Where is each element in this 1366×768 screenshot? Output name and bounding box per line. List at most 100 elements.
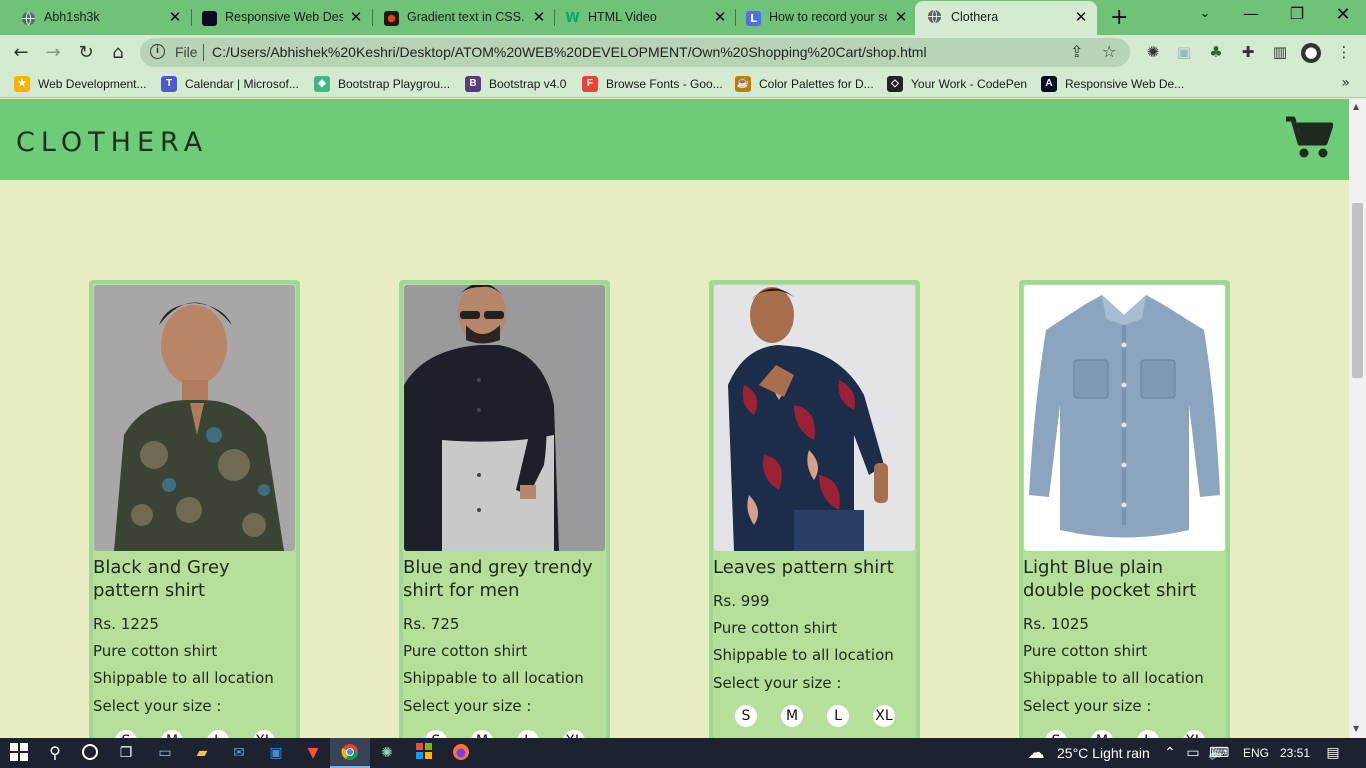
size-option-s[interactable]: S: [1045, 730, 1067, 738]
product-shipping: Shippable to all location: [1023, 669, 1204, 687]
tab-close-icon[interactable]: ✕: [893, 8, 909, 26]
product-card-light-blue[interactable]: Light Blue plain double pocket shirt Rs.…: [1019, 280, 1230, 738]
weather-cloud-icon[interactable]: ☁: [1026, 743, 1046, 763]
bookmarks-overflow-icon[interactable]: »: [1341, 75, 1350, 91]
photos-icon[interactable]: ▣: [266, 743, 286, 763]
bookmark-web-development[interactable]: ★ Web Development...: [14, 76, 147, 92]
size-option-s[interactable]: S: [425, 730, 447, 738]
pc-icon[interactable]: ▭: [155, 743, 175, 763]
url-text[interactable]: C:/Users/Abhishek%20Keshri/Desktop/ATOM%…: [212, 44, 927, 60]
product-shipping: Shippable to all location: [93, 669, 274, 687]
file-explorer-icon[interactable]: ▰: [192, 743, 212, 763]
size-option-l[interactable]: L: [207, 730, 229, 738]
menu-kebab-icon[interactable]: ⋮: [1334, 43, 1354, 63]
tab-clothera[interactable]: Clothera ✕: [915, 1, 1097, 35]
extension-bug-icon[interactable]: ✺: [1143, 43, 1163, 63]
search-icon[interactable]: ⚲: [45, 743, 65, 763]
product-shipping: Shippable to all location: [713, 646, 894, 664]
bookmark-bootstrap-v4[interactable]: B Bootstrap v4.0: [465, 76, 566, 92]
keyboard-icon[interactable]: ⌨: [1209, 743, 1229, 763]
size-option-l[interactable]: L: [1137, 730, 1159, 738]
tab-close-icon[interactable]: ✕: [1073, 8, 1089, 26]
size-option-xl[interactable]: XL: [873, 705, 895, 727]
product-image-leaves-shirt[interactable]: [714, 285, 915, 551]
size-option-xl[interactable]: XL: [563, 730, 585, 738]
tab-html-video[interactable]: W HTML Video ✕: [544, 3, 734, 33]
task-view-icon[interactable]: ❐: [116, 743, 136, 763]
brave-browser-icon[interactable]: ▼: [303, 743, 323, 763]
page-scrollbar[interactable]: ▲ ▼: [1349, 99, 1366, 738]
extension-tree-icon[interactable]: ♣: [1206, 43, 1226, 63]
size-option-s[interactable]: S: [735, 705, 757, 727]
size-option-l[interactable]: L: [517, 730, 539, 738]
minimize-icon[interactable]: —: [1236, 4, 1266, 23]
product-card-blue-grey[interactable]: Blue and grey trendy shirt for men Rs. 7…: [399, 280, 610, 738]
close-window-icon[interactable]: ✕: [1328, 4, 1358, 25]
tab-abh1sh3k[interactable]: Abh1sh3k ✕: [0, 3, 190, 33]
size-selector: S M L XL: [735, 705, 919, 727]
bookmark-calendar[interactable]: T Calendar | Microsof...: [161, 76, 299, 92]
scroll-up-arrow-icon[interactable]: ▲: [1353, 102, 1359, 111]
size-option-m[interactable]: M: [781, 705, 803, 727]
bookmark-color-palettes[interactable]: ☕ Color Palettes for D...: [735, 76, 874, 92]
product-card-leaves[interactable]: Leaves pattern shirt Rs. 999 Pure cotton…: [709, 280, 920, 738]
back-arrow-icon[interactable]: ←: [10, 42, 32, 63]
side-panel-icon[interactable]: ▥: [1270, 43, 1290, 63]
reload-icon[interactable]: ↻: [75, 42, 97, 63]
tab-search-chevron-icon[interactable]: ⌄: [1190, 6, 1220, 21]
product-material: Pure cotton shirt: [403, 642, 528, 660]
bookmark-google-fonts[interactable]: F Browse Fonts - Goo...: [582, 76, 723, 92]
product-card-black-grey[interactable]: Black and Grey pattern shirt Rs. 1225 Pu…: [89, 280, 300, 738]
size-option-m[interactable]: M: [1091, 730, 1113, 738]
tab-responsive-web-design[interactable]: Responsive Web Desig ✕: [181, 3, 371, 33]
freecodecamp-icon: [202, 11, 217, 26]
tab-close-icon[interactable]: ✕: [348, 8, 364, 26]
scroll-down-arrow-icon[interactable]: ▼: [1353, 724, 1359, 733]
size-option-m[interactable]: M: [471, 730, 493, 738]
bookmark-codepen[interactable]: ◇ Your Work - CodePen: [887, 76, 1027, 92]
playground-icon: ◆: [314, 76, 330, 92]
product-material: Pure cotton shirt: [93, 642, 218, 660]
size-prompt: Select your size :: [713, 674, 842, 692]
windows-start-icon[interactable]: [9, 743, 29, 763]
size-option-m[interactable]: M: [161, 730, 183, 738]
product-image-black-grey-shirt[interactable]: [94, 285, 295, 551]
site-info-icon[interactable]: i: [150, 44, 165, 59]
restore-icon[interactable]: ❐: [1282, 4, 1312, 23]
notifications-icon[interactable]: ▤: [1323, 743, 1343, 763]
tray-chevron-up-icon[interactable]: ⌃: [1160, 743, 1180, 763]
new-tab-plus-icon[interactable]: +: [1110, 5, 1128, 30]
scrollbar-thumb[interactable]: [1352, 203, 1363, 378]
clock-time[interactable]: 23:51: [1280, 746, 1310, 760]
address-bar[interactable]: i File C:/Users/Abhishek%20Keshri/Deskto…: [140, 38, 1130, 67]
extension-box-icon[interactable]: ▣: [1174, 43, 1194, 63]
size-option-xl[interactable]: XL: [1183, 730, 1205, 738]
product-image-light-blue-shirt[interactable]: [1024, 285, 1225, 551]
firefox-icon[interactable]: [451, 743, 471, 763]
size-option-l[interactable]: L: [827, 705, 849, 727]
brand-logo[interactable]: CLOTHERA: [16, 127, 208, 158]
size-option-xl[interactable]: XL: [253, 730, 275, 738]
share-icon[interactable]: ⇪: [1070, 42, 1083, 61]
bookmark-responsive-web[interactable]: A Responsive Web De...: [1041, 76, 1184, 92]
home-icon[interactable]: ⌂: [107, 42, 129, 63]
size-option-s[interactable]: S: [115, 730, 137, 738]
mail-icon[interactable]: ✉: [229, 743, 249, 763]
chrome-icon[interactable]: [340, 743, 360, 763]
product-image-blue-grey-shirt[interactable]: [404, 285, 605, 551]
profile-avatar[interactable]: ●: [1301, 43, 1321, 63]
tab-how-to-record[interactable]: L How to record your sc ✕: [725, 3, 915, 33]
bookmark-bootstrap-playground[interactable]: ◆ Bootstrap Playgrou...: [314, 76, 450, 92]
microsoft-store-icon[interactable]: [414, 743, 434, 763]
chatgpt-icon[interactable]: ✺: [377, 743, 397, 763]
network-icon[interactable]: ▭: [1183, 743, 1203, 763]
extensions-puzzle-icon[interactable]: ✚: [1238, 43, 1258, 63]
language-indicator[interactable]: ENG: [1243, 746, 1269, 760]
weather-text[interactable]: 25°C Light rain: [1057, 745, 1150, 761]
tab-gradient-text[interactable]: Gradient text in CSS. A ✕: [363, 3, 553, 33]
shopping-cart-icon[interactable]: [1285, 115, 1334, 159]
forward-arrow-icon[interactable]: →: [42, 42, 64, 63]
browser-tab-strip: Abh1sh3k ✕ Responsive Web Desig ✕ Gradie…: [0, 0, 1366, 35]
cortana-icon[interactable]: [80, 743, 100, 763]
bookmark-star-icon[interactable]: ☆: [1102, 42, 1116, 61]
